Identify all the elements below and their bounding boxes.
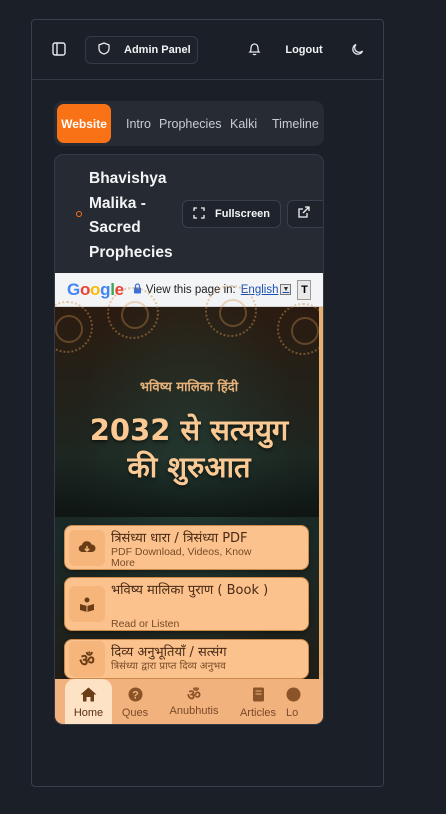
mandala-decoration — [107, 287, 159, 339]
website-preview-card: Bhavishya Malika - Sacred Prophecies Ful… — [54, 154, 324, 725]
svg-text:?: ? — [132, 689, 139, 701]
translate-extra-button[interactable]: T — [297, 279, 312, 300]
nav-ques[interactable]: ? Ques — [112, 679, 158, 724]
tab-kalki[interactable]: Kalki — [230, 101, 257, 146]
item-title: दिव्य अनुभूतियाँ / सत्संग — [111, 645, 227, 660]
hero-section: भविष्य मालिका हिंदी 2032 से सत्ययुग की श… — [55, 285, 323, 724]
nav-home[interactable]: Home — [65, 679, 112, 724]
nav-lo[interactable]: Lo — [286, 679, 314, 724]
list-item-anubhutiyan[interactable]: ॐ दिव्य अनुभूतियाँ / सत्संग त्रिसंध्या द… — [64, 639, 309, 679]
item-subtitle: त्रिसंध्या द्वारा प्राप्त दिव्य अनुभव — [111, 661, 226, 672]
admin-panel-button[interactable]: Admin Panel — [85, 36, 198, 64]
tab-timeline[interactable]: Timeline — [272, 101, 319, 146]
fullscreen-button[interactable]: Fullscreen — [182, 200, 281, 228]
item-title: त्रिसंध्या धारा / त्रिसंध्या PDF — [111, 531, 248, 546]
book-icon — [252, 687, 265, 705]
home-icon — [80, 687, 97, 705]
bottom-nav: Home ? Ques ॐ Anubhutis Articles Lo — [55, 679, 323, 724]
admin-panel-label: Admin Panel — [124, 44, 191, 56]
page-edge — [319, 307, 323, 724]
moon-icon[interactable] — [348, 40, 366, 58]
dropdown-arrow-icon: ▼ — [280, 284, 292, 295]
fullscreen-icon — [193, 206, 205, 222]
top-bar: Admin Panel Logout — [32, 20, 383, 80]
sidebar-toggle-icon[interactable] — [50, 40, 68, 58]
book-reader-icon — [69, 586, 105, 622]
item-subtitle: PDF Download, Videos, Know More — [111, 546, 252, 569]
list-item-puran-book[interactable]: भविष्य मालिका पुराण ( Book ) Read or Lis… — [64, 577, 309, 631]
bell-icon[interactable] — [245, 40, 263, 58]
om-icon: ॐ — [187, 686, 201, 704]
website-preview[interactable]: Google View this page in: English ▼ T भव… — [55, 273, 323, 724]
nav-anubhutis[interactable]: ॐ Anubhutis — [158, 679, 230, 724]
hero-subtitle: भविष्य मालिका हिंदी — [139, 380, 239, 395]
card-title: Bhavishya Malika - Sacred Prophecies — [89, 170, 173, 261]
item-title: भविष्य मालिका पुराण ( Book ) — [111, 583, 269, 598]
card-header: Bhavishya Malika - Sacred Prophecies Ful… — [55, 155, 323, 273]
open-external-button[interactable] — [287, 200, 323, 228]
item-subtitle: Read or Listen — [111, 618, 180, 630]
download-cloud-icon — [69, 529, 105, 566]
translate-bar: Google View this page in: English ▼ T — [55, 273, 323, 307]
fullscreen-label: Fullscreen — [215, 208, 271, 220]
external-link-icon — [298, 205, 310, 223]
shield-icon — [98, 42, 110, 58]
tab-prophecies[interactable]: Prophecies — [159, 101, 222, 146]
mandala-decoration — [55, 301, 93, 353]
om-icon: ॐ — [69, 641, 105, 677]
content-tabs: Website Intro Prophecies Kalki Timeline — [54, 101, 324, 146]
tab-website[interactable]: Website — [57, 104, 111, 143]
question-icon: ? — [128, 687, 143, 705]
mandala-decoration — [205, 285, 257, 337]
mandala-decoration — [277, 303, 323, 355]
app-frame: Admin Panel Logout Website Intro Prophec… — [31, 19, 384, 787]
tab-intro[interactable]: Intro — [126, 101, 151, 146]
nav-articles[interactable]: Articles — [230, 679, 286, 724]
status-dot — [76, 211, 82, 217]
list-item-trisandhya[interactable]: त्रिसंध्या धारा / त्रिसंध्या PDF PDF Dow… — [64, 525, 309, 570]
logout-button[interactable]: Logout — [276, 40, 332, 60]
hero-title: 2032 से सत्ययुग की शुरुआत — [89, 413, 289, 484]
location-icon — [286, 687, 301, 705]
